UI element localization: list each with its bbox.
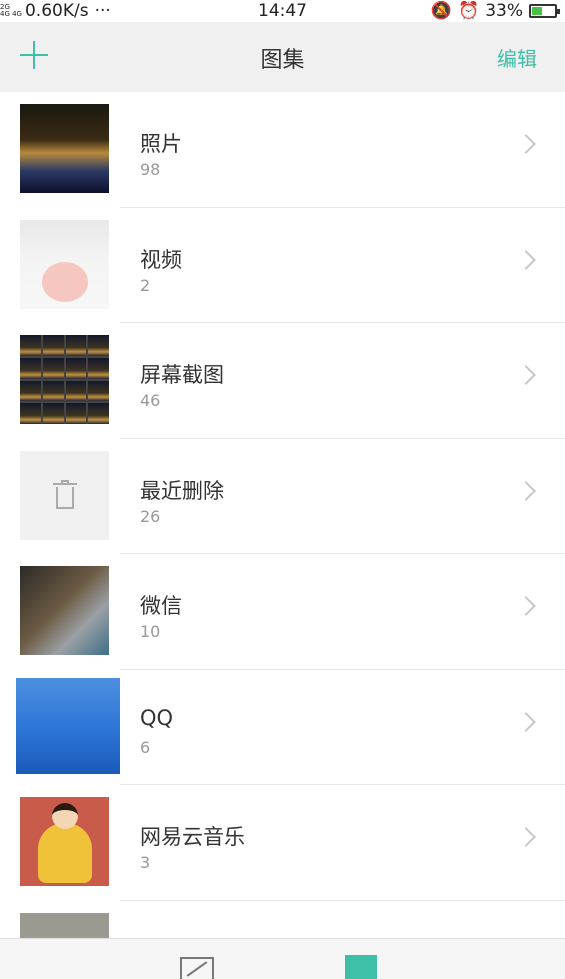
album-row-screenshots[interactable]: 屏幕截图 46 — [0, 323, 565, 439]
album-count: 26 — [140, 506, 161, 526]
album-count: 3 — [140, 853, 151, 872]
status-bar: 2G 4G 4G 0.60K/s ··· 14:47 🔕 ⏰ 33% — [0, 0, 565, 22]
album-list: 照片 98 视频 2 屏幕截图 46 最近删除 26 微信 10 QQ 6 网易… — [0, 92, 565, 979]
album-row-photos[interactable]: 照片 98 — [0, 92, 565, 208]
album-name: 网易云音乐 — [140, 825, 245, 849]
album-row-recently-deleted[interactable]: 最近删除 26 — [0, 439, 565, 554]
pig-image — [42, 261, 88, 302]
album-thumbnail — [20, 450, 109, 540]
figure-image — [38, 823, 92, 883]
chevron-right-icon — [516, 596, 536, 616]
chevron-right-icon — [516, 365, 536, 385]
chevron-right-icon — [516, 249, 536, 270]
album-row-qq[interactable]: QQ 6 — [0, 670, 565, 785]
album-name: 照片 — [140, 132, 182, 156]
page-title: 图集 — [260, 48, 305, 73]
album-count: 46 — [140, 391, 161, 410]
trash-icon — [52, 480, 77, 510]
photos-icon[interactable] — [180, 957, 214, 979]
album-thumbnail — [20, 219, 109, 309]
edit-button[interactable]: 编辑 — [497, 43, 537, 72]
app-header: 图集 编辑 — [0, 22, 565, 92]
album-thumbnail — [16, 677, 120, 774]
album-name: QQ — [140, 705, 174, 730]
status-right: 🔕 ⏰ 33% — [430, 0, 560, 22]
battery-icon — [529, 4, 560, 18]
album-count: 6 — [140, 737, 151, 757]
alarm-icon: ⏰ — [458, 1, 480, 21]
head-image — [52, 803, 78, 829]
album-thumbnail — [20, 797, 109, 886]
battery-percent: 33% — [485, 1, 523, 21]
album-count: 98 — [140, 160, 161, 179]
album-name: 微信 — [140, 594, 182, 618]
album-name: 屏幕截图 — [140, 363, 224, 387]
album-thumbnail — [20, 566, 109, 655]
album-row-wechat[interactable]: 微信 10 — [0, 554, 565, 670]
chevron-right-icon — [516, 480, 536, 501]
chevron-right-icon — [516, 827, 536, 847]
album-count: 10 — [140, 622, 161, 641]
albums-icon[interactable] — [345, 955, 377, 979]
chevron-right-icon — [516, 711, 536, 732]
mute-icon: 🔕 — [430, 1, 453, 21]
album-row-videos[interactable]: 视频 2 — [0, 208, 565, 323]
album-thumbnail — [20, 104, 109, 193]
bottom-nav — [0, 938, 565, 979]
album-thumbnail — [20, 335, 109, 424]
album-name: 视频 — [140, 247, 182, 272]
album-name: 最近删除 — [140, 478, 224, 503]
album-row-netease-music[interactable]: 网易云音乐 3 — [0, 785, 565, 901]
album-count: 2 — [140, 275, 151, 295]
chevron-right-icon — [516, 134, 536, 154]
